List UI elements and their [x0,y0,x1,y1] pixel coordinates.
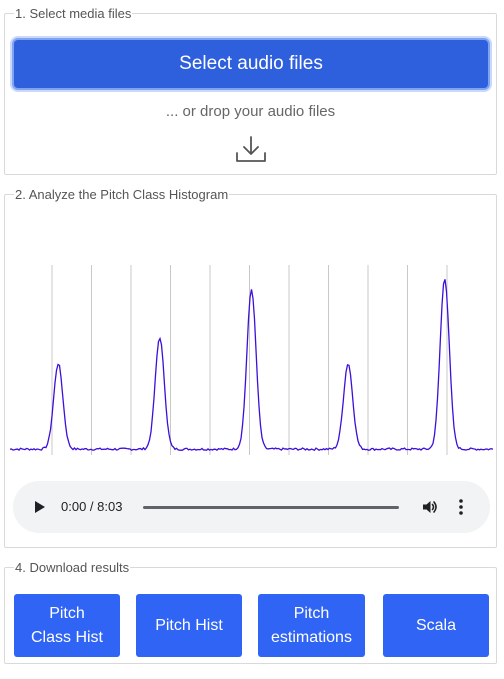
select-audio-files-button[interactable]: Select audio files [12,38,490,90]
drop-zone-text[interactable]: ... or drop your audio files [5,103,496,120]
section-legend: 2. Analyze the Pitch Class Histogram [14,187,230,202]
download-pitch-hist-button[interactable]: Pitch Hist [136,594,242,657]
select-media-section: 1. Select media files Select audio files… [4,6,497,175]
section-legend: 4. Download results [14,560,131,575]
download-results-section: 4. Download results Pitch Class Hist Pit… [4,560,497,664]
section-legend: 1. Select media files [14,6,133,21]
volume-icon[interactable] [421,498,439,516]
download-scala-button[interactable]: Scala [383,594,489,657]
download-tray-icon [236,136,266,162]
download-pitch-class-hist-button[interactable]: Pitch Class Hist [14,594,120,657]
audio-time: 0:00 / 8:03 [61,499,123,514]
more-vertical-icon[interactable] [457,498,465,516]
pitch-class-histogram-chart [10,265,493,455]
pitch-class-histogram-section: 2. Analyze the Pitch Class Histogram 0:0… [4,187,497,548]
play-icon[interactable] [33,500,47,514]
audio-player[interactable]: 0:00 / 8:03 [13,481,490,533]
audio-progress-bar[interactable] [143,506,399,509]
histogram-line [10,279,493,452]
download-pitch-estimations-button[interactable]: Pitch estimations [258,594,365,657]
